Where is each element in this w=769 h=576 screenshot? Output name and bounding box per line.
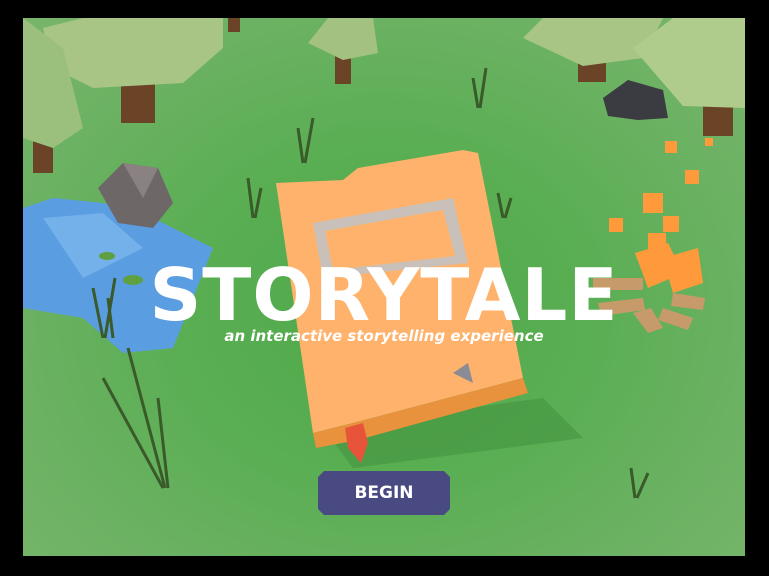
game-title: STORYTALE: [149, 253, 619, 337]
begin-button[interactable]: BEGIN: [318, 471, 450, 515]
rock: [603, 80, 668, 120]
tree: [308, 18, 378, 60]
game-scene: STORYTALE an interactive storytelling ex…: [23, 18, 745, 556]
game-subtitle: an interactive storytelling experience: [224, 327, 544, 345]
